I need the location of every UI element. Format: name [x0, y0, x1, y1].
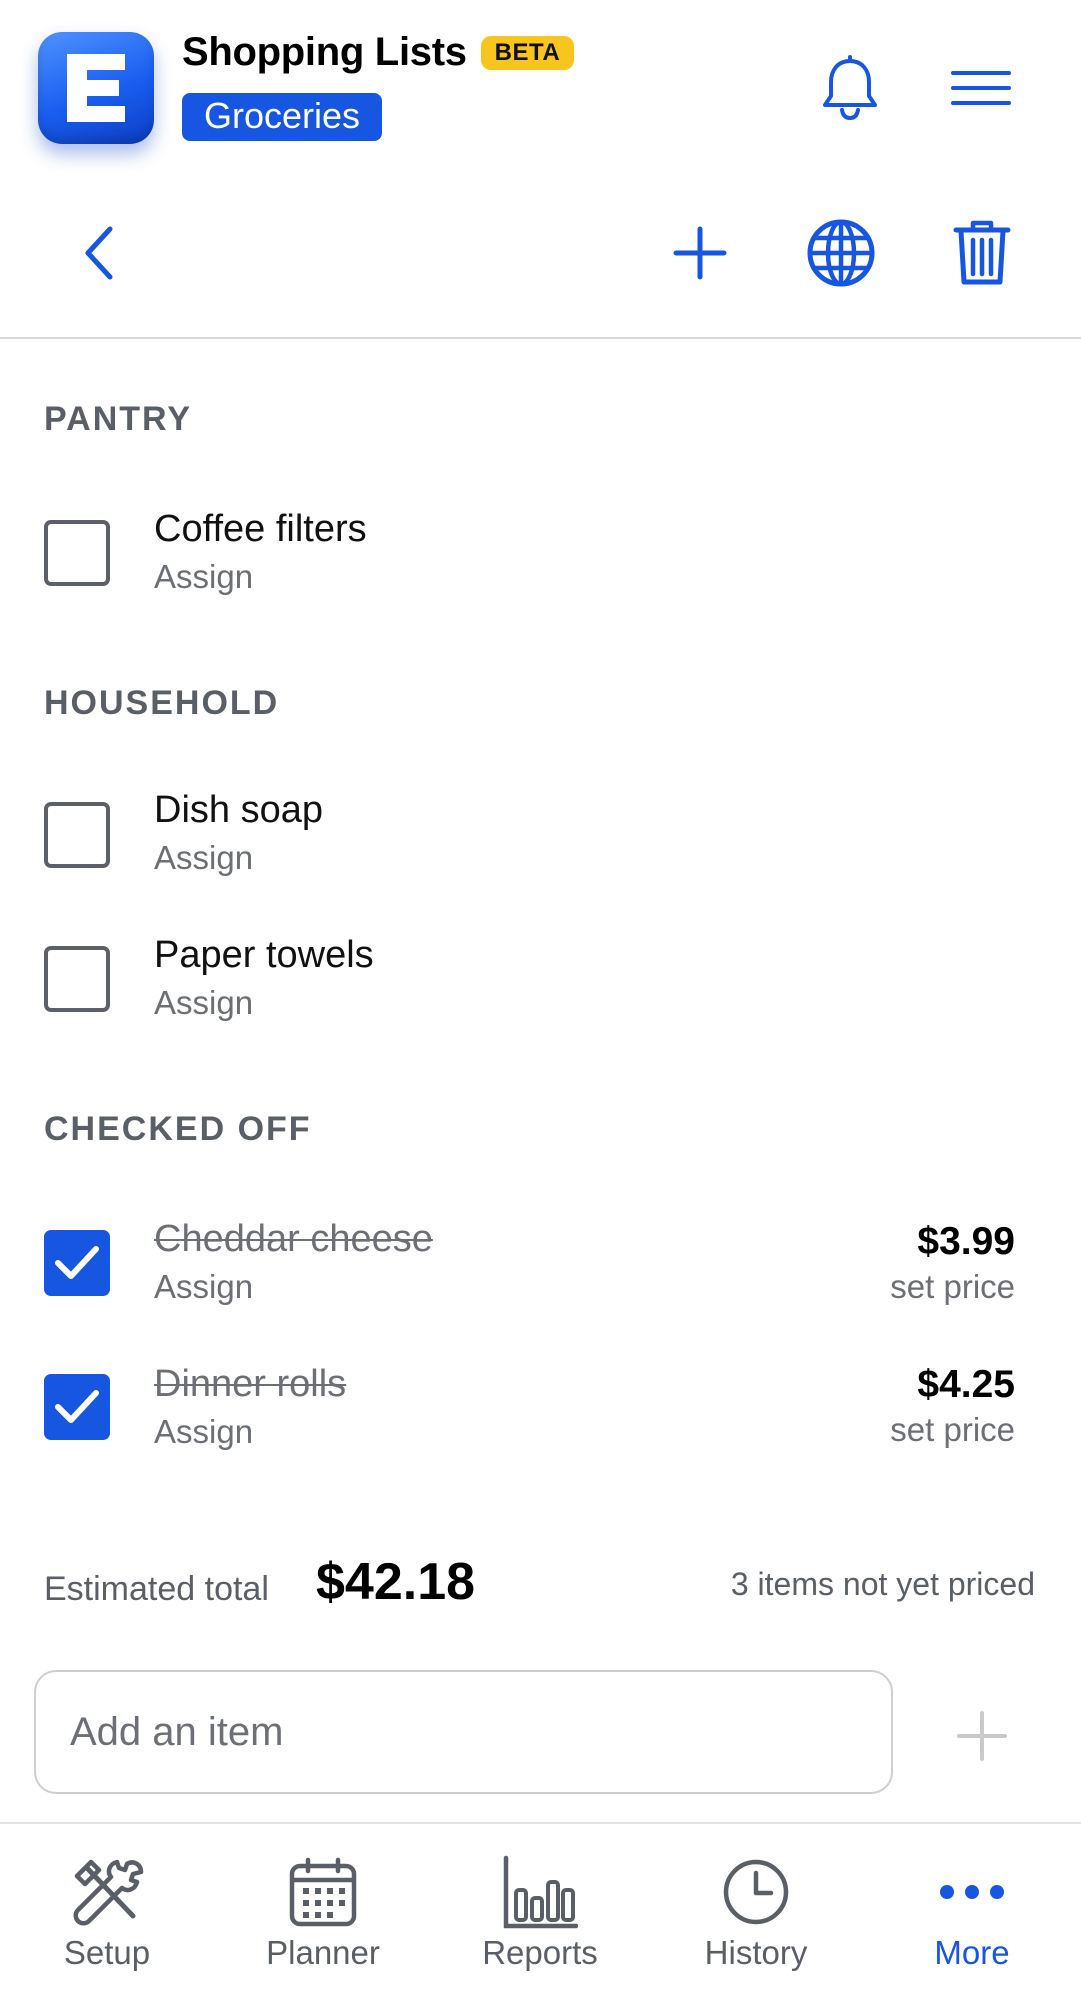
- calendar-icon: [281, 1852, 365, 1932]
- bottom-nav: Setup Planner Reports History More: [0, 1822, 1081, 1999]
- item-checkbox-checked[interactable]: [44, 1374, 110, 1440]
- checkmark-icon: [55, 1390, 99, 1423]
- app-title: Shopping Lists: [182, 30, 467, 74]
- nav-label-reports: Reports: [482, 1934, 598, 1971]
- assign-link[interactable]: Assign: [154, 1268, 253, 1306]
- set-price-link[interactable]: set price: [890, 1268, 1015, 1306]
- app-header: Shopping Lists BETA Groceries: [0, 0, 1081, 165]
- nav-more[interactable]: More: [872, 1824, 1072, 1999]
- notifications-button[interactable]: [815, 53, 885, 123]
- nav-setup[interactable]: Setup: [7, 1824, 207, 1999]
- unpriced-items-note: 3 items not yet priced: [730, 1566, 1035, 1602]
- list-item: Paper towels Assign: [0, 931, 1081, 1041]
- chevron-left-icon: [85, 226, 113, 280]
- list-item: Cheddar cheese Assign $3.99 set price: [0, 1215, 1081, 1325]
- list-toolbar: [0, 200, 1081, 310]
- item-name[interactable]: Paper towels: [154, 934, 374, 977]
- nav-label-history: History: [704, 1934, 808, 1971]
- assign-link[interactable]: Assign: [154, 839, 253, 877]
- logo-letter-e-icon: [67, 54, 125, 122]
- title-row: Shopping Lists BETA: [182, 30, 575, 75]
- menu-button[interactable]: [946, 53, 1016, 123]
- share-web-button[interactable]: [801, 213, 881, 293]
- item-name[interactable]: Dinner rolls: [154, 1363, 346, 1406]
- trash-icon: [953, 220, 1011, 285]
- checkmark-icon: [55, 1246, 99, 1279]
- list-item: Dinner rolls Assign $4.25 set price: [0, 1360, 1081, 1470]
- add-item-submit-button[interactable]: [942, 1696, 1022, 1776]
- item-name[interactable]: Dish soap: [154, 789, 323, 832]
- item-name[interactable]: Coffee filters: [154, 508, 367, 551]
- list-item: Coffee filters Assign: [0, 505, 1081, 615]
- set-price-link[interactable]: set price: [890, 1411, 1015, 1449]
- section-header-pantry: PANTRY: [44, 400, 192, 438]
- nav-label-planner: Planner: [266, 1934, 380, 1971]
- bell-icon: [823, 55, 877, 121]
- item-checkbox[interactable]: [44, 520, 110, 586]
- item-checkbox[interactable]: [44, 802, 110, 868]
- list-item: Dish soap Assign: [0, 786, 1081, 896]
- estimated-total-value: $42.18: [316, 1553, 476, 1611]
- item-price[interactable]: $3.99: [917, 1220, 1015, 1264]
- section-header-household: HOUSEHOLD: [44, 684, 280, 722]
- tools-icon: [65, 1852, 149, 1932]
- hamburger-menu-icon: [951, 71, 1011, 105]
- nav-planner[interactable]: Planner: [223, 1824, 423, 1999]
- item-checkbox-checked[interactable]: [44, 1230, 110, 1296]
- item-price[interactable]: $4.25: [917, 1363, 1015, 1407]
- back-button[interactable]: [60, 213, 140, 293]
- delete-list-button[interactable]: [942, 213, 1022, 293]
- plus-icon: [673, 226, 727, 280]
- more-dots-icon: [930, 1852, 1014, 1932]
- clock-icon: [714, 1852, 798, 1932]
- item-name[interactable]: Cheddar cheese: [154, 1218, 433, 1261]
- nav-history[interactable]: History: [656, 1824, 856, 1999]
- item-checkbox[interactable]: [44, 946, 110, 1012]
- estimated-total-label: Estimated total: [44, 1570, 269, 1608]
- globe-icon: [807, 219, 875, 287]
- nav-label-setup: Setup: [63, 1934, 151, 1971]
- nav-reports[interactable]: Reports: [440, 1824, 640, 1999]
- nav-label-more: More: [934, 1934, 1010, 1971]
- assign-link[interactable]: Assign: [154, 1413, 253, 1451]
- add-button[interactable]: [660, 213, 740, 293]
- plus-icon: [957, 1711, 1007, 1761]
- beta-badge: BETA: [480, 35, 575, 70]
- toolbar-divider: [0, 337, 1081, 339]
- bar-chart-icon: [498, 1852, 582, 1932]
- assign-link[interactable]: Assign: [154, 984, 253, 1022]
- add-item-input[interactable]: [34, 1670, 893, 1794]
- app-logo: [38, 32, 154, 144]
- assign-link[interactable]: Assign: [154, 558, 253, 596]
- section-header-checked-off: CHECKED OFF: [44, 1110, 312, 1148]
- list-name-chip[interactable]: Groceries: [182, 93, 383, 141]
